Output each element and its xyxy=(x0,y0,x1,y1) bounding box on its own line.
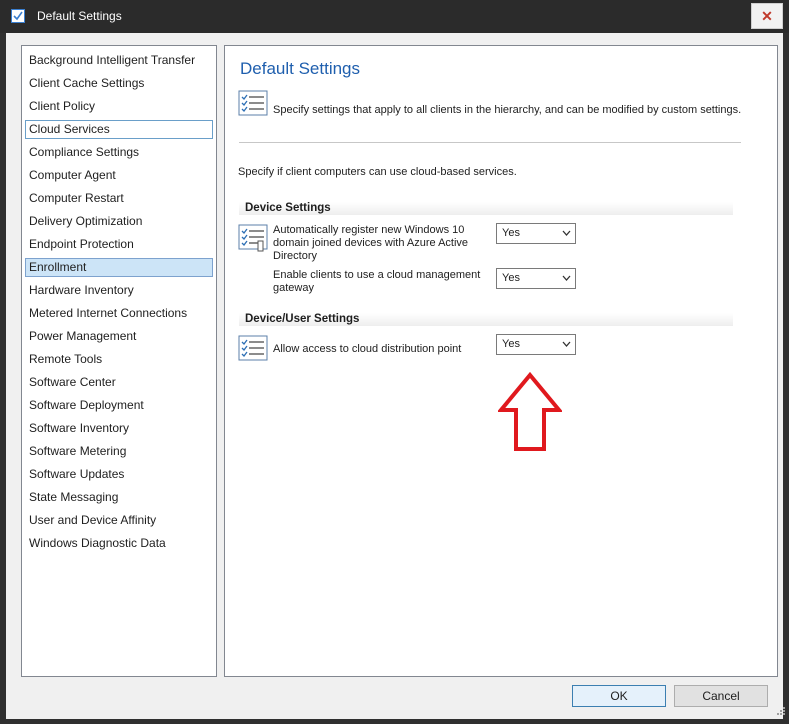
sidebar-item-client-policy[interactable]: Client Policy xyxy=(25,97,213,116)
dropdown-value: Yes xyxy=(502,338,520,350)
sidebar-item-remote-tools[interactable]: Remote Tools xyxy=(25,350,213,369)
section-intro: Specify if client computers can use clou… xyxy=(238,166,517,178)
sidebar-item-software-deployment[interactable]: Software Deployment xyxy=(25,396,213,415)
ok-button[interactable]: OK xyxy=(572,685,666,707)
dialog-window: Default Settings ✕ Background Intelligen… xyxy=(0,0,789,724)
sidebar-item-software-metering[interactable]: Software Metering xyxy=(25,442,213,461)
sidebar-item-user-and-device-affinity[interactable]: User and Device Affinity xyxy=(25,511,213,530)
sidebar-item-enrollment[interactable]: Enrollment xyxy=(25,258,213,277)
checklist-app-icon xyxy=(11,9,25,23)
close-button[interactable]: ✕ xyxy=(751,3,783,29)
settings-panel: Default Settings Specify settings that a… xyxy=(224,45,778,677)
dropdown-value: Yes xyxy=(502,272,520,284)
sidebar-item-power-management[interactable]: Power Management xyxy=(25,327,213,346)
settings-list-icon xyxy=(238,90,268,116)
setting-label-cloud-management-gateway: Enable clients to use a cloud management… xyxy=(273,269,481,294)
settings-category-list[interactable]: Background Intelligent Transfer Client Ca… xyxy=(21,45,217,677)
cloud-distribution-point-dropdown[interactable]: Yes xyxy=(496,334,576,355)
sidebar-item-compliance-settings[interactable]: Compliance Settings xyxy=(25,143,213,162)
title-bar[interactable]: Default Settings ✕ xyxy=(0,0,789,33)
divider xyxy=(239,142,741,143)
page-title: Default Settings xyxy=(240,59,361,78)
setting-label-cloud-distribution-point: Allow access to cloud distribution point xyxy=(273,343,462,355)
cancel-button[interactable]: Cancel xyxy=(674,685,768,707)
chevron-down-icon xyxy=(562,341,571,347)
sidebar-item-software-inventory[interactable]: Software Inventory xyxy=(25,419,213,438)
red-up-arrow-annotation xyxy=(498,372,562,451)
sidebar-item-background-intelligent-transfer[interactable]: Background Intelligent Transfer xyxy=(25,51,213,70)
sidebar-item-client-cache-settings[interactable]: Client Cache Settings xyxy=(25,74,213,93)
register-azure-ad-dropdown[interactable]: Yes xyxy=(496,223,576,244)
dropdown-value: Yes xyxy=(502,227,520,239)
sidebar-item-endpoint-protection[interactable]: Endpoint Protection xyxy=(25,235,213,254)
chevron-down-icon xyxy=(562,230,571,236)
sidebar-item-metered-internet-connections[interactable]: Metered Internet Connections xyxy=(25,304,213,323)
cloud-management-gateway-dropdown[interactable]: Yes xyxy=(496,268,576,289)
resize-grip-icon[interactable] xyxy=(776,706,786,716)
group-header-device-user-settings: Device/User Settings xyxy=(239,313,733,326)
settings-list-icon xyxy=(238,224,268,252)
sidebar-item-software-center[interactable]: Software Center xyxy=(25,373,213,392)
sidebar-item-windows-diagnostic-data[interactable]: Windows Diagnostic Data xyxy=(25,534,213,553)
window-title: Default Settings xyxy=(37,9,122,23)
sidebar-item-computer-agent[interactable]: Computer Agent xyxy=(25,166,213,185)
sidebar-item-hardware-inventory[interactable]: Hardware Inventory xyxy=(25,281,213,300)
sidebar-item-computer-restart[interactable]: Computer Restart xyxy=(25,189,213,208)
sidebar-item-delivery-optimization[interactable]: Delivery Optimization xyxy=(25,212,213,231)
chevron-down-icon xyxy=(562,275,571,281)
setting-label-register-azure-ad: Automatically register new Windows 10 do… xyxy=(273,224,469,262)
sidebar-item-software-updates[interactable]: Software Updates xyxy=(25,465,213,484)
settings-list-icon xyxy=(238,335,268,361)
page-description: Specify settings that apply to all clien… xyxy=(273,104,742,116)
group-header-device-settings: Device Settings xyxy=(239,202,733,215)
sidebar-item-cloud-services[interactable]: Cloud Services xyxy=(25,120,213,139)
sidebar-item-state-messaging[interactable]: State Messaging xyxy=(25,488,213,507)
